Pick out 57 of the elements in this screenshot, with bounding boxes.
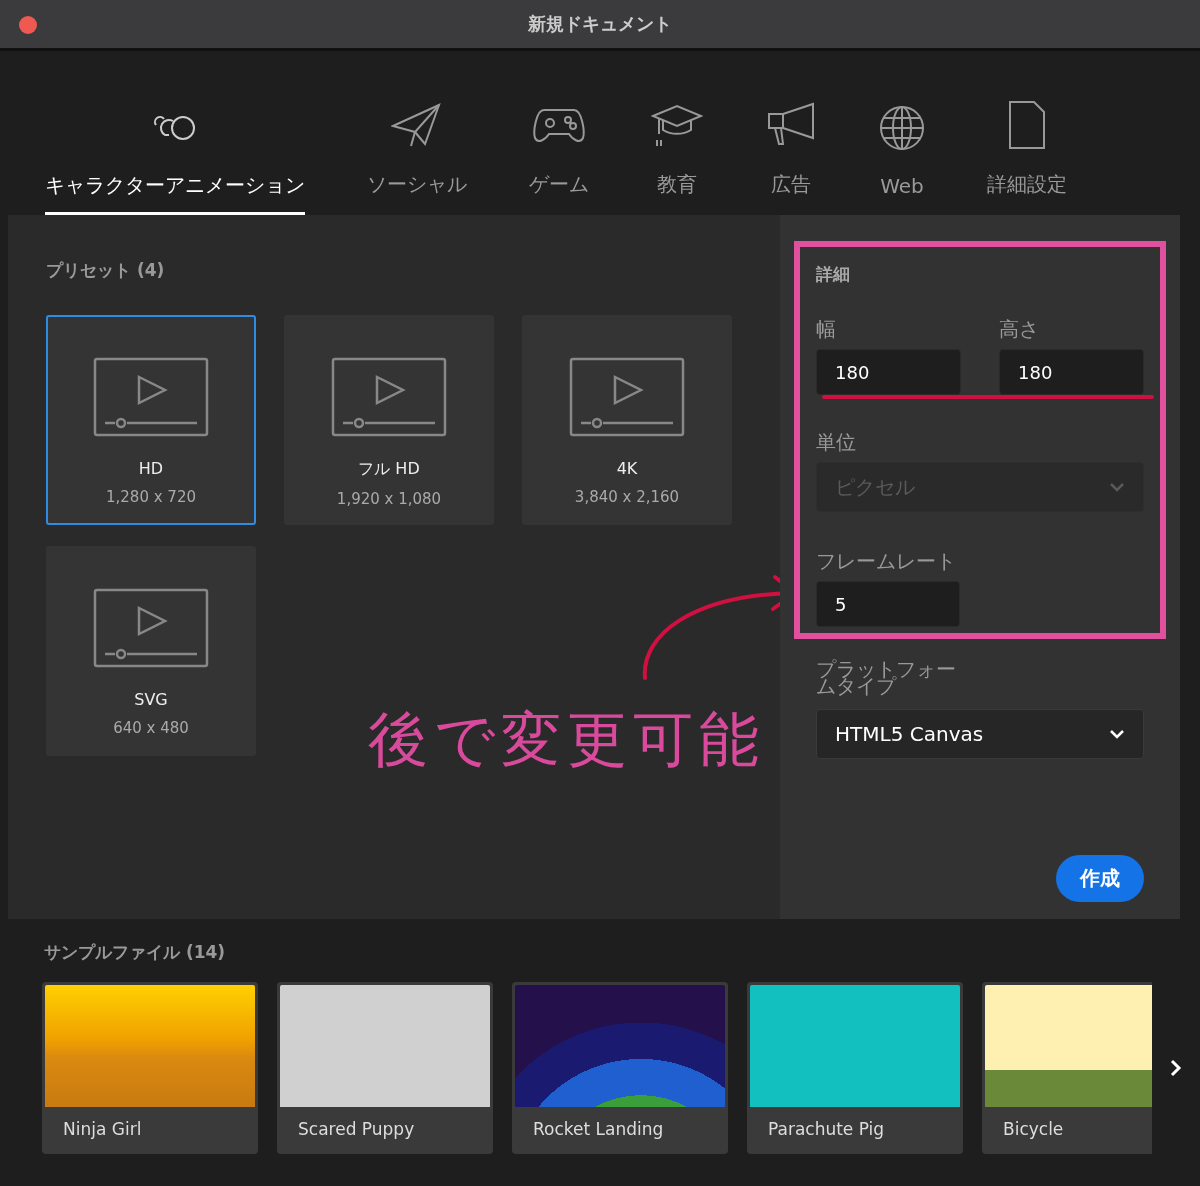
video-icon [331,357,447,437]
video-icon [93,357,209,437]
preset-card[interactable]: HD 1,280 x 720 [46,315,256,525]
create-button[interactable]: 作成 [1056,855,1144,902]
field-label: 単位 [816,429,857,456]
input-field[interactable]: 180 [999,349,1144,395]
chevron-down-icon [1109,482,1125,492]
paper-plane-icon [391,102,443,148]
preset-size: 1,920 x 1,080 [336,490,442,508]
section-heading: サンプルファイル (14) [44,941,227,964]
category-tab[interactable]: 教育 [651,97,703,215]
preset-name: フル HD [358,459,420,480]
preset-size: 640 x 480 [113,719,189,737]
preset-card[interactable]: 4K 3,840 x 2,160 [522,315,732,525]
sample-title: Bicycle [1002,1118,1065,1139]
gamepad-icon [532,106,586,144]
input-field[interactable]: 5 [816,581,960,627]
category-tab[interactable]: 詳細設定 [987,97,1067,215]
preset-card[interactable]: SVG 640 x 480 [46,546,256,756]
preset-size: 3,840 x 2,160 [574,488,680,506]
preset-name: HD [138,459,164,478]
field-label: 高さ [999,316,1040,343]
sample-card[interactable]: Ninja Girl [42,982,258,1154]
document-icon [1006,100,1048,150]
annotation-text: 後で変更可能 [368,703,765,776]
sample-card[interactable]: Rocket Landing [512,982,728,1154]
preset-card[interactable]: フル HD 1,920 x 1,080 [284,315,494,525]
section-heading: 詳細 [816,263,851,286]
chevron-right-icon[interactable] [1170,1059,1182,1077]
sample-card[interactable]: Scared Puppy [277,982,493,1154]
close-button[interactable] [19,16,37,34]
sample-card[interactable]: Bicycle [982,982,1152,1154]
preset-size: 1,280 x 720 [106,488,196,506]
field-label: フレームレート [816,548,957,575]
category-tab[interactable]: ゲーム [529,97,589,215]
preset-name: 4K [616,459,638,478]
sample-title: Ninja Girl [62,1118,143,1139]
section-heading: プリセット (4) [46,259,166,282]
input-field[interactable]: 180 [816,349,961,395]
sample-title: Rocket Landing [532,1118,665,1139]
category-tab[interactable]: ソーシャル [367,97,467,215]
dropdown[interactable]: HTML5 Canvas [816,709,1144,759]
graduation-cap-icon [651,102,703,148]
chevron-down-icon [1109,729,1125,739]
globe-icon [879,105,925,151]
sample-card[interactable]: Parachute Pig [747,982,963,1154]
video-icon [93,588,209,668]
video-icon [569,357,685,437]
field-label: 幅 [816,316,837,343]
field-label: プラットフォームタイプ [816,661,957,695]
window-title: 新規ドキュメント [528,12,672,36]
sample-title: Parachute Pig [767,1118,886,1139]
preset-name: SVG [134,690,168,709]
category-tab[interactable]: 広告 [765,97,817,215]
megaphone-icon [765,102,817,148]
category-tab[interactable]: Web [879,100,925,215]
sample-title: Scared Puppy [297,1118,416,1139]
